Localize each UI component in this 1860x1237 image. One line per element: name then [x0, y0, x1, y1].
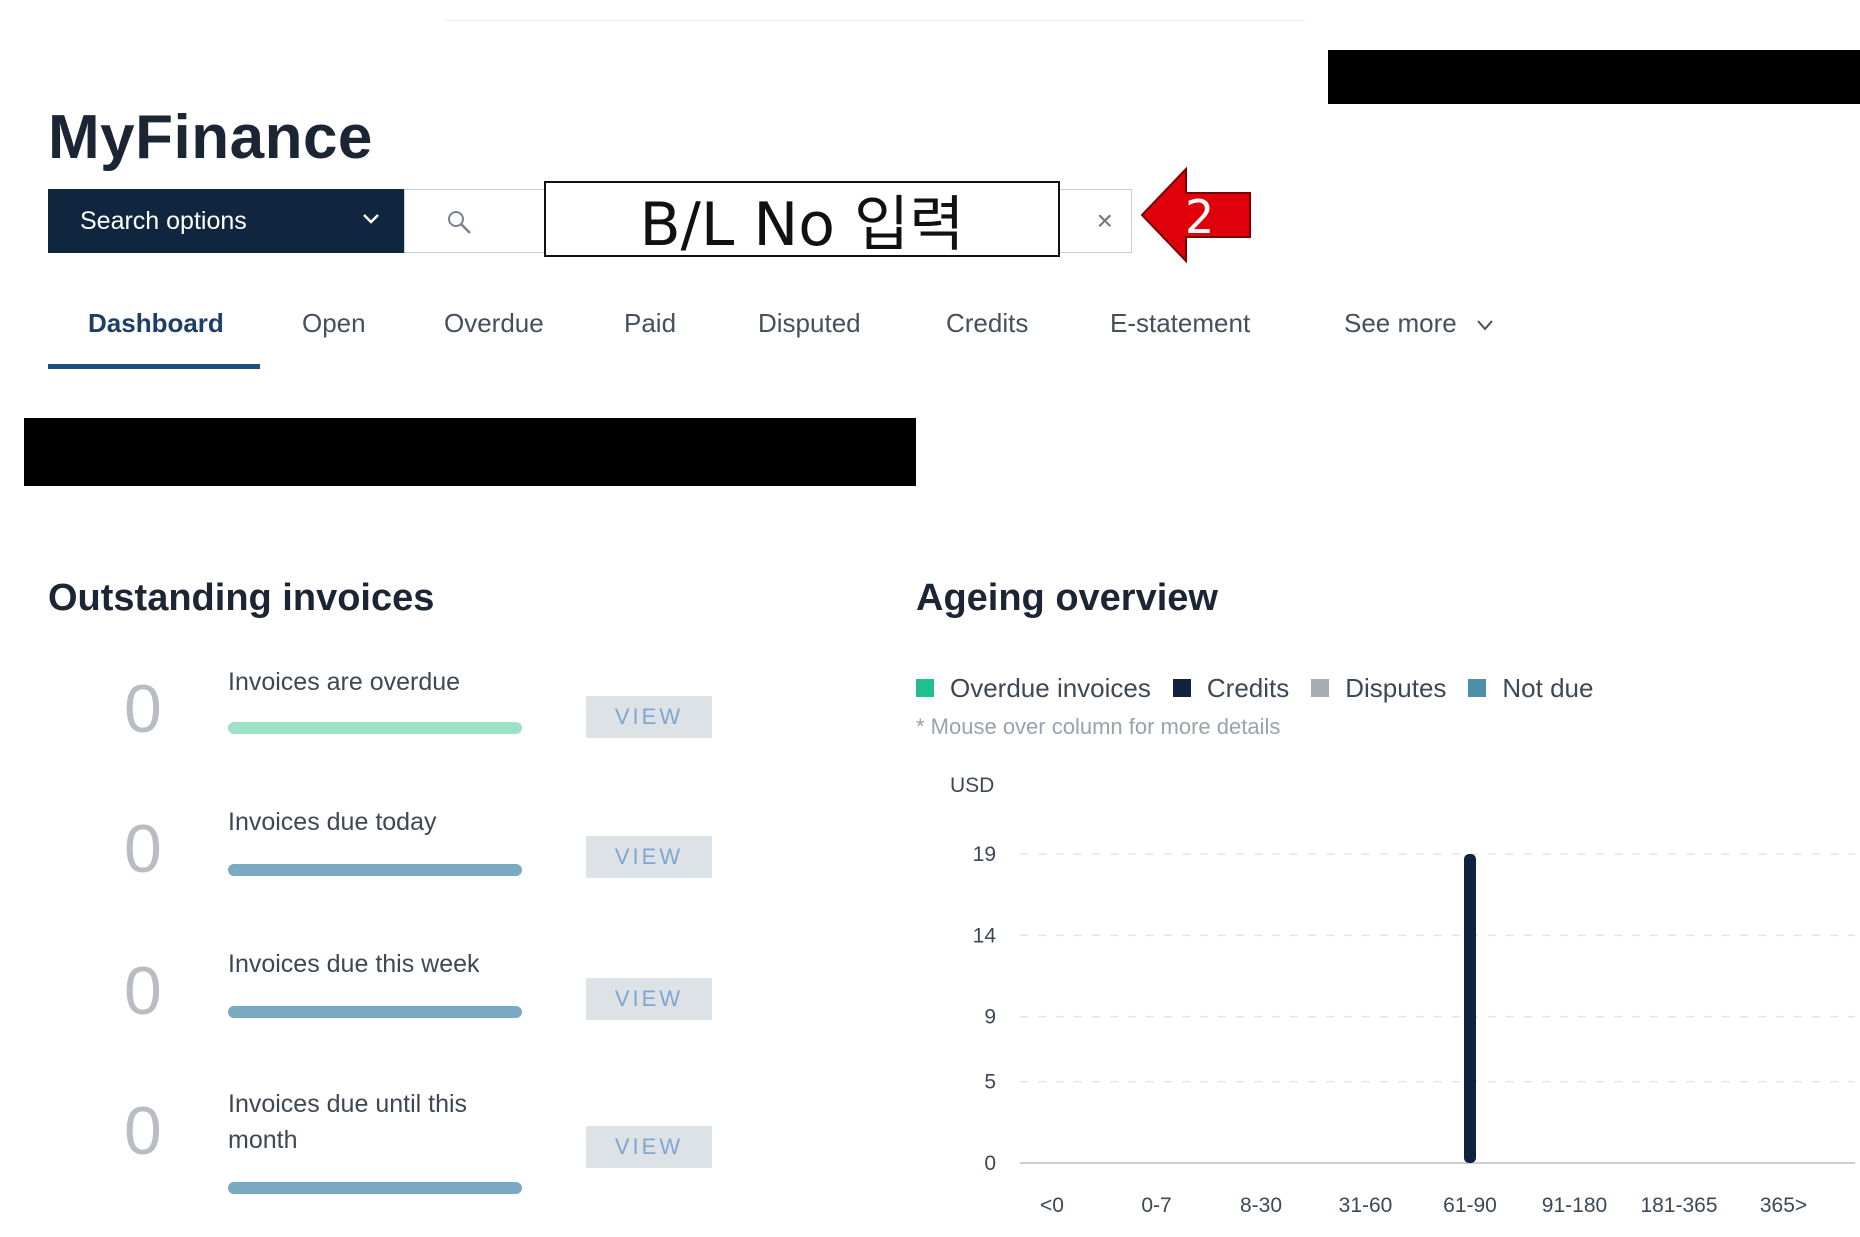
legend-disputes[interactable]: Disputes: [1311, 673, 1446, 704]
redacted-block-top: [1328, 50, 1860, 104]
overdue-count: 0: [124, 671, 162, 747]
x-tick-label: 365>: [1760, 1194, 1807, 1217]
search-options-dropdown[interactable]: Search options: [48, 189, 404, 253]
y-tick-label: 9: [984, 1006, 996, 1029]
tab-bar: Dashboard Open Overdue Paid Disputed Cre…: [48, 300, 1548, 370]
tab-paid[interactable]: Paid: [624, 308, 676, 339]
tab-open[interactable]: Open: [302, 308, 366, 339]
search-options-label: Search options: [80, 206, 247, 235]
x-tick-label: 31-60: [1339, 1194, 1393, 1217]
legend-swatch-disputes: [1311, 679, 1330, 697]
bar-61-90[interactable]: [1464, 854, 1476, 1163]
chevron-down-icon: [363, 214, 379, 224]
week-count: 0: [124, 953, 162, 1029]
legend-label-credits: Credits: [1206, 672, 1290, 703]
view-week-button[interactable]: VIEW: [586, 978, 712, 1020]
legend-credits[interactable]: Credits: [1172, 672, 1290, 704]
tab-see-more[interactable]: See more: [1344, 308, 1494, 339]
callout-step-number: 2: [1185, 190, 1215, 244]
y-axis-unit: USD: [950, 774, 995, 797]
legend-swatch-not-due: [1468, 679, 1487, 697]
active-tab-indicator: [48, 364, 260, 369]
x-tick-label: 61-90: [1443, 1194, 1497, 1217]
x-tick-label: 181-365: [1640, 1194, 1717, 1217]
x-tick-label: 91-180: [1542, 1194, 1607, 1217]
week-label: Invoices due this week: [228, 950, 480, 978]
app-title: MyFinance: [48, 103, 373, 172]
bl-number-annotation: B/L No 입력: [544, 181, 1060, 260]
today-count: 0: [124, 811, 162, 887]
tab-disputed[interactable]: Disputed: [758, 308, 861, 339]
month-label: Invoices due until this month: [228, 1090, 468, 1154]
week-progress-bar: [228, 1006, 522, 1018]
overdue-label: Invoices are overdue: [228, 668, 461, 696]
view-today-button[interactable]: VIEW: [586, 836, 712, 878]
tab-see-more-label: See more: [1344, 308, 1457, 338]
month-count: 0: [124, 1093, 162, 1169]
tab-e-statement[interactable]: E-statement: [1110, 308, 1250, 339]
today-progress-bar: [228, 864, 522, 876]
x-tick-label: <0: [1040, 1194, 1064, 1217]
chart-hint-note: * Mouse over column for more details: [916, 714, 1281, 739]
ageing-bar-chart: 0 5 9 14 19 <0 0-7 8-30 31-60 61-90 91-180 181-365 3…: [973, 843, 1855, 1217]
clear-search-icon[interactable]: ×: [1097, 205, 1113, 237]
ageing-overview-title: Ageing overview: [916, 577, 1218, 619]
today-label: Invoices due today: [228, 808, 437, 836]
x-tick-label: 0-7: [1141, 1194, 1171, 1217]
y-tick-label: 5: [984, 1071, 996, 1094]
legend-swatch-overdue: [916, 679, 934, 697]
overdue-progress-bar: [228, 722, 522, 734]
search-icon: [448, 211, 471, 234]
tab-dashboard[interactable]: Dashboard: [88, 308, 224, 339]
top-divider: [445, 20, 1305, 21]
tab-credits[interactable]: Credits: [946, 308, 1028, 339]
y-tick-label: 14: [973, 924, 997, 947]
view-month-button[interactable]: VIEW: [586, 1126, 712, 1168]
y-tick-label: 19: [973, 843, 996, 866]
outstanding-invoices-title: Outstanding invoices: [48, 577, 435, 619]
month-progress-bar: [228, 1182, 522, 1194]
redacted-block-heading: [24, 418, 916, 486]
legend-label-not-due: Not due: [1502, 672, 1594, 703]
legend-not-due[interactable]: Not due: [1468, 673, 1593, 704]
x-tick-label: 8-30: [1240, 1194, 1282, 1217]
chevron-down-icon: [1477, 320, 1493, 331]
legend-overdue[interactable]: Overdue invoices: [916, 673, 1151, 704]
legend-swatch-credits: [1172, 679, 1191, 697]
chart-legend: Overdue invoices Credits Disputes Not du…: [916, 668, 1615, 708]
view-overdue-button[interactable]: VIEW: [586, 696, 712, 738]
y-tick-label: 0: [984, 1152, 996, 1175]
tab-overdue[interactable]: Overdue: [444, 308, 544, 339]
myfinance-page: MyFinance Search options × B/L No 입력 2 D…: [0, 0, 1860, 1237]
legend-label-overdue: Overdue invoices: [950, 672, 1151, 703]
legend-label-disputes: Disputes: [1345, 672, 1447, 703]
